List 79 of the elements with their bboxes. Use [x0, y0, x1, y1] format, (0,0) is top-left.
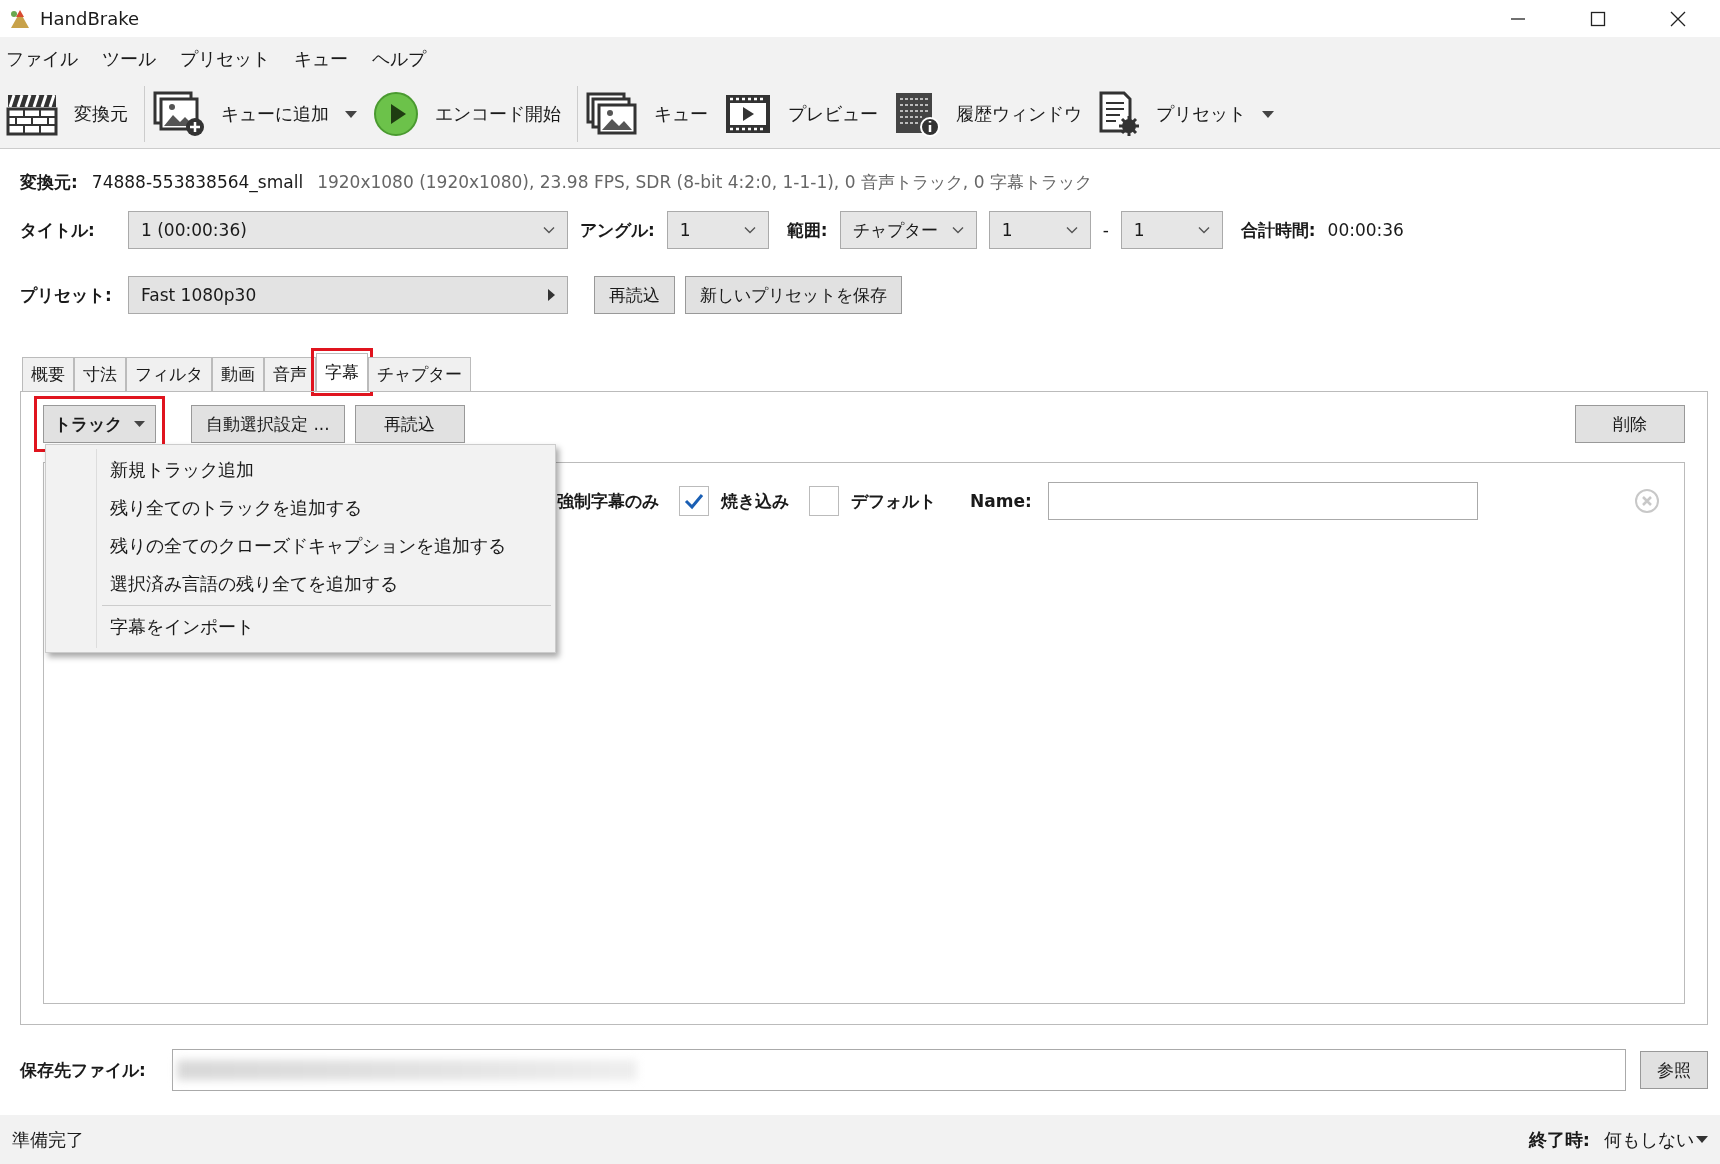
toolbar-button[interactable]: キュー	[586, 92, 718, 137]
menu-item[interactable]: 字幕をインポート	[46, 608, 555, 647]
arrow-right-icon	[548, 289, 555, 302]
status-text: 準備完了	[12, 1127, 84, 1152]
angle-dropdown[interactable]: 1	[666, 211, 769, 250]
checkbox[interactable]	[809, 486, 839, 517]
film-icon	[724, 93, 772, 136]
destination-field[interactable]	[171, 1049, 1626, 1092]
duration-label: 合計時間:	[1240, 218, 1316, 242]
range-end-dropdown[interactable]: 1	[1120, 211, 1223, 250]
toolbar-button[interactable]: キューに追加	[153, 91, 367, 138]
delete-button[interactable]: 削除	[1575, 405, 1685, 444]
source-name: 74888-553838564_small	[91, 172, 304, 193]
caret-icon	[1696, 1136, 1708, 1144]
tab[interactable]: フィルタ	[126, 357, 212, 392]
range-start-dropdown[interactable]: 1	[988, 211, 1091, 250]
menu-item[interactable]: プリセット	[180, 46, 270, 71]
window-title: HandBrake	[40, 8, 140, 30]
tab[interactable]: 寸法	[74, 357, 126, 392]
toolbar-button[interactable]: プリセット	[1098, 91, 1284, 138]
toolbar-button[interactable]: エンコード開始	[373, 91, 571, 138]
tab[interactable]: チャプター	[368, 357, 471, 392]
chevron-down-icon	[743, 226, 756, 235]
tab[interactable]: 概要	[22, 357, 74, 392]
source-details: 1920x1080 (1920x1080), 23.98 FPS, SDR (8-bit 4:2:0, 1-1-1), 0 音声トラック, 0 字幕トラック	[317, 170, 1092, 194]
caret-icon	[134, 421, 145, 428]
chevron-down-icon	[1197, 226, 1210, 235]
range-dash: -	[1102, 220, 1109, 241]
chevron-down-icon	[951, 226, 964, 235]
menu-item[interactable]: 新規トラック追加	[46, 451, 555, 490]
destination-label: 保存先ファイル:	[20, 1058, 146, 1082]
menu-item[interactable]: ファイル	[6, 46, 78, 71]
menu-item[interactable]: ヘルプ	[372, 46, 426, 71]
when-done-dropdown[interactable]: 何もしない	[1604, 1127, 1708, 1152]
close-icon[interactable]	[1670, 10, 1686, 27]
menu-item[interactable]: 選択済み言語の残り全てを追加する	[46, 565, 555, 604]
pictures-icon	[586, 92, 638, 137]
menu-item[interactable]: 残り全てのトラックを追加する	[46, 489, 555, 528]
toolbar-button[interactable]: プレビュー	[724, 93, 888, 136]
menu-item[interactable]: キュー	[294, 46, 348, 71]
preset-button[interactable]: 再読込	[594, 276, 675, 315]
log-info-icon	[894, 91, 940, 138]
track-menu-button[interactable]: トラック	[43, 405, 156, 444]
chevron-down-icon	[543, 226, 555, 235]
menu-item[interactable]: 残りの全てのクローズドキャプションを追加する	[46, 527, 555, 566]
maximize-icon[interactable]	[1590, 10, 1606, 27]
range-mode-dropdown[interactable]: チャプター	[839, 211, 977, 250]
checkbox-label: デフォルト	[851, 489, 936, 513]
document-gear-icon	[1098, 91, 1140, 138]
checkbox[interactable]	[679, 486, 709, 517]
preset-selector[interactable]: Fast 1080p30	[128, 276, 568, 315]
toolbar-button[interactable]: 変換元	[6, 92, 138, 137]
caret-icon	[1262, 110, 1274, 118]
caret-icon	[345, 110, 357, 118]
range-label: 範囲:	[786, 218, 828, 242]
play-icon	[373, 91, 419, 138]
checkmark-icon	[683, 492, 705, 511]
auto-select-button[interactable]: 自動選択設定 ...	[191, 405, 345, 444]
title-dropdown[interactable]: 1 (00:00:36)	[128, 211, 568, 250]
name-field[interactable]	[1047, 482, 1478, 521]
angle-label: アングル:	[580, 218, 655, 242]
reload-button[interactable]: 再読込	[354, 405, 465, 444]
preset-button[interactable]: 新しいプリセットを保存	[685, 276, 902, 315]
tab[interactable]: 動画	[212, 357, 264, 392]
browse-button[interactable]: 参照	[1640, 1051, 1708, 1090]
tab[interactable]: 音声	[264, 357, 316, 392]
checkbox-label: 焼き込み	[721, 489, 789, 513]
toolbar-button[interactable]: 履歴ウィンドウ	[894, 91, 1092, 138]
when-done-label: 終了時:	[1528, 1127, 1590, 1152]
source-label: 変換元:	[20, 170, 78, 194]
add-picture-icon	[153, 91, 205, 138]
clapperboard-icon	[6, 92, 58, 137]
preset-label: プリセット:	[20, 283, 113, 307]
name-label: Name:	[970, 491, 1032, 512]
forced-only-label: 強制字幕のみ	[557, 489, 659, 513]
title-label: タイトル:	[20, 218, 96, 242]
menu-item[interactable]: ツール	[102, 46, 156, 71]
duration-value: 00:00:36	[1327, 220, 1404, 241]
chevron-down-icon	[1065, 226, 1078, 235]
